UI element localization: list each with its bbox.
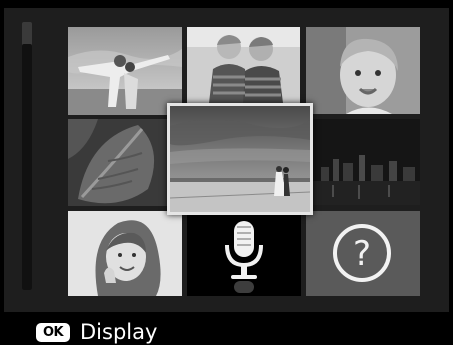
unknown-file-thumbnail[interactable]: ? bbox=[306, 211, 420, 296]
photo-thumbnail-7[interactable] bbox=[68, 211, 182, 296]
display-action-label: Display bbox=[80, 320, 158, 344]
photo-thumbnail-4[interactable] bbox=[68, 119, 170, 206]
scrollbar[interactable] bbox=[22, 22, 32, 290]
photo-thumbnail-6[interactable] bbox=[313, 119, 420, 205]
svg-text:?: ? bbox=[353, 234, 371, 274]
photo-thumbnail-3[interactable] bbox=[306, 27, 420, 114]
voice-memo-thumbnail[interactable] bbox=[187, 211, 301, 296]
microphone-icon bbox=[225, 221, 263, 293]
question-mark-icon: ? bbox=[333, 224, 391, 282]
photo-thumbnail-5[interactable] bbox=[167, 103, 313, 215]
photo-thumbnail-2[interactable] bbox=[187, 27, 300, 103]
footer-bar: OK Display bbox=[0, 318, 453, 345]
playback-screen: ? OK Display bbox=[0, 0, 453, 345]
scrollbar-thumb[interactable] bbox=[22, 44, 32, 290]
photo-thumbnail-1[interactable] bbox=[68, 27, 182, 115]
ok-button[interactable]: OK bbox=[36, 323, 70, 342]
